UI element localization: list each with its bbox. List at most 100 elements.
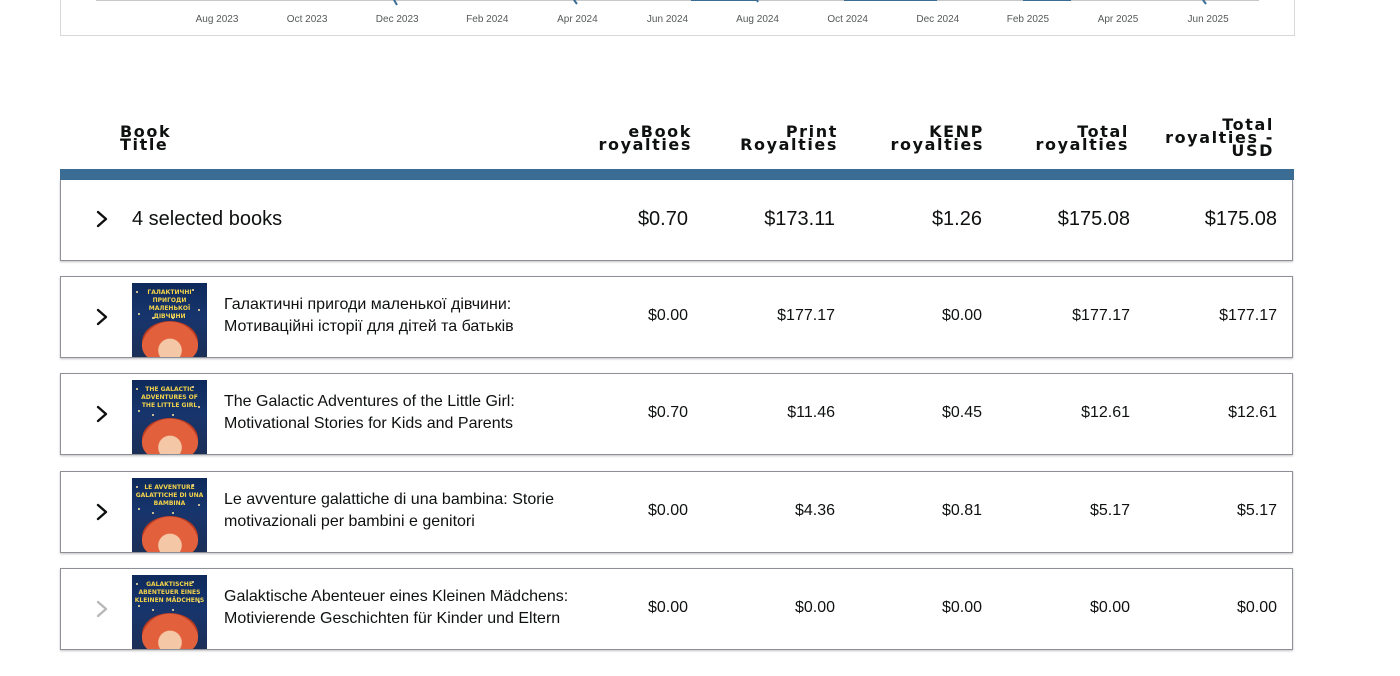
expand-chevron-icon[interactable] bbox=[93, 405, 111, 423]
x-axis-tick-label: Dec 2024 bbox=[916, 14, 960, 25]
book-total-usd-royalties: $0.00 bbox=[1236, 599, 1277, 616]
book-cover-title: Галактичні пригоди маленької дівчини bbox=[147, 289, 192, 320]
header-kenp-royalties[interactable]: KENP royalties bbox=[890, 124, 984, 153]
summary-label: 4 selected books bbox=[132, 208, 283, 230]
book-cover-image[interactable]: Galaktische Abenteuer eines Kleinen Mädc… bbox=[132, 575, 207, 649]
summary-print-royalties: $173.11 bbox=[764, 208, 835, 230]
royalties-chart: Aug 2023 Oct 2023 Dec 2023 Feb 2024 Apr 2024… bbox=[60, 0, 1295, 36]
book-total-royalties: $5.17 bbox=[1089, 502, 1130, 519]
book-print-royalties: $0.00 bbox=[794, 599, 835, 616]
x-axis-tick-label: Apr 2025 bbox=[1097, 14, 1139, 25]
book-cover-image[interactable]: Le avventure galattiche di una bambina bbox=[132, 478, 207, 552]
expand-chevron-icon[interactable] bbox=[93, 308, 111, 326]
book-row: Galaktische Abenteuer eines Kleinen Mädc… bbox=[60, 568, 1293, 650]
chart-series-segment bbox=[573, 0, 578, 5]
book-title-line: Motivational Stories for Kids and Parent… bbox=[224, 415, 514, 432]
book-title-line: Галактичні пригоди маленької дівчини: bbox=[224, 296, 512, 313]
cover-star-decoration bbox=[136, 486, 138, 488]
book-title-line: Мотиваційні історії для дітей та батьків bbox=[224, 318, 514, 335]
cover-girl-illustration bbox=[142, 418, 198, 454]
book-kenp-royalties: $0.81 bbox=[941, 502, 982, 519]
x-axis-tick-label: Aug 2024 bbox=[736, 14, 780, 25]
book-title-line: Le avventure galattiche di una bambina: … bbox=[224, 491, 554, 508]
chart-series-segment bbox=[393, 0, 398, 6]
book-title[interactable]: The Galactic Adventures of the Little Gi… bbox=[224, 391, 584, 435]
book-total-royalties: $12.61 bbox=[1081, 404, 1130, 421]
book-title[interactable]: Galaktische Abenteuer eines Kleinen Mädc… bbox=[224, 586, 584, 630]
book-ebook-royalties: $0.00 bbox=[647, 307, 688, 324]
header-total-royalties[interactable]: Total royalties bbox=[1035, 124, 1129, 153]
summary-total-royalties: $175.08 bbox=[1057, 208, 1130, 230]
book-row: Le avventure galattiche di una bambina Le… bbox=[60, 471, 1293, 553]
book-total-royalties: $0.00 bbox=[1089, 599, 1130, 616]
header-total-royalties-usd[interactable]: Total royalties - USD bbox=[1165, 117, 1274, 159]
cover-star-decoration bbox=[192, 484, 194, 486]
expand-chevron-icon bbox=[93, 600, 111, 618]
cover-star-decoration bbox=[152, 317, 154, 319]
book-print-royalties: $11.46 bbox=[787, 404, 835, 421]
book-total-usd-royalties: $12.61 bbox=[1228, 404, 1277, 421]
x-axis-tick-label: Aug 2023 bbox=[195, 14, 239, 25]
x-axis-tick-label: Dec 2023 bbox=[375, 14, 419, 25]
cover-star-decoration bbox=[192, 386, 194, 388]
book-kenp-royalties: $0.45 bbox=[941, 404, 982, 421]
expand-chevron-icon[interactable] bbox=[93, 503, 111, 521]
book-kenp-royalties: $0.00 bbox=[941, 307, 982, 324]
book-cover-title: The Galactic Adventures of the Little Gi… bbox=[141, 386, 198, 409]
book-title-line: Motivierende Geschichten für Kinder und … bbox=[224, 610, 561, 627]
cover-star-decoration bbox=[172, 512, 174, 514]
book-title[interactable]: Le avventure galattiche di una bambina: … bbox=[224, 489, 584, 533]
book-ebook-royalties: $0.00 bbox=[647, 599, 688, 616]
header-ebook-royalties[interactable]: eBook royalties bbox=[598, 124, 692, 153]
table-header-bar bbox=[60, 169, 1294, 180]
cover-girl-illustration bbox=[142, 516, 198, 552]
cover-star-decoration bbox=[136, 388, 138, 390]
x-axis-tick-label: Oct 2023 bbox=[286, 14, 328, 25]
book-title-line: motivazionali per bambini e genitori bbox=[224, 513, 475, 530]
cover-star-decoration bbox=[198, 406, 200, 408]
book-title-line: The Galactic Adventures of the Little Gi… bbox=[224, 393, 515, 410]
header-line: Royalties bbox=[740, 135, 838, 154]
cover-star-decoration bbox=[152, 609, 154, 611]
book-ebook-royalties: $0.70 bbox=[647, 404, 688, 421]
x-axis-tick-label: Jun 2025 bbox=[1187, 14, 1229, 25]
summary-total-royalties-usd: $175.08 bbox=[1204, 208, 1277, 230]
cover-star-decoration bbox=[136, 291, 138, 293]
header-print-royalties[interactable]: Print Royalties bbox=[740, 124, 838, 154]
chart-series-bar bbox=[844, 0, 937, 1]
chart-series-segment bbox=[1202, 0, 1207, 5]
book-total-usd-royalties: $177.17 bbox=[1219, 307, 1277, 324]
header-book-title[interactable]: Book Title bbox=[120, 124, 171, 154]
cover-star-decoration bbox=[152, 512, 154, 514]
cover-girl-illustration bbox=[142, 613, 198, 649]
book-row: Галактичні пригоди маленької дівчини Гала… bbox=[60, 276, 1293, 358]
cover-star-decoration bbox=[138, 605, 140, 607]
book-total-royalties: $177.17 bbox=[1072, 307, 1130, 324]
x-axis-tick-label: Jun 2024 bbox=[646, 14, 689, 25]
x-axis-tick-label: Apr 2024 bbox=[557, 14, 598, 25]
cover-star-decoration bbox=[138, 313, 140, 315]
cover-star-decoration bbox=[192, 289, 194, 291]
cover-star-decoration bbox=[198, 601, 200, 603]
book-print-royalties: $4.36 bbox=[794, 502, 835, 519]
book-cover-title: Galaktische Abenteuer eines Kleinen Mädc… bbox=[134, 581, 205, 604]
cover-girl-illustration bbox=[142, 321, 198, 357]
cover-star-decoration bbox=[138, 508, 140, 510]
chart-series-segment bbox=[691, 0, 759, 3]
book-cover-image[interactable]: Галактичні пригоди маленької дівчини bbox=[132, 283, 207, 357]
cover-star-decoration bbox=[172, 609, 174, 611]
cover-star-decoration bbox=[198, 504, 200, 506]
x-axis-tick-label: Feb 2025 bbox=[1006, 14, 1050, 25]
expand-chevron-icon[interactable] bbox=[93, 210, 111, 228]
header-line: Title bbox=[120, 135, 169, 154]
book-print-royalties: $177.17 bbox=[777, 307, 835, 324]
summary-ebook-royalties: $0.70 bbox=[637, 208, 688, 230]
book-ebook-royalties: $0.00 bbox=[647, 502, 688, 519]
cover-star-decoration bbox=[152, 414, 154, 416]
book-title-line: Galaktische Abenteuer eines Kleinen Mädc… bbox=[224, 588, 569, 605]
chart-series-bar bbox=[1023, 0, 1071, 1]
x-axis-tick-label: Feb 2024 bbox=[466, 14, 509, 25]
summary-row: 4 selected books $0.70 $173.11 $1.26 $17… bbox=[60, 180, 1293, 261]
book-title[interactable]: Галактичні пригоди маленької дівчини: Мот… bbox=[224, 294, 584, 338]
book-cover-image[interactable]: The Galactic Adventures of the Little Gi… bbox=[132, 380, 207, 454]
